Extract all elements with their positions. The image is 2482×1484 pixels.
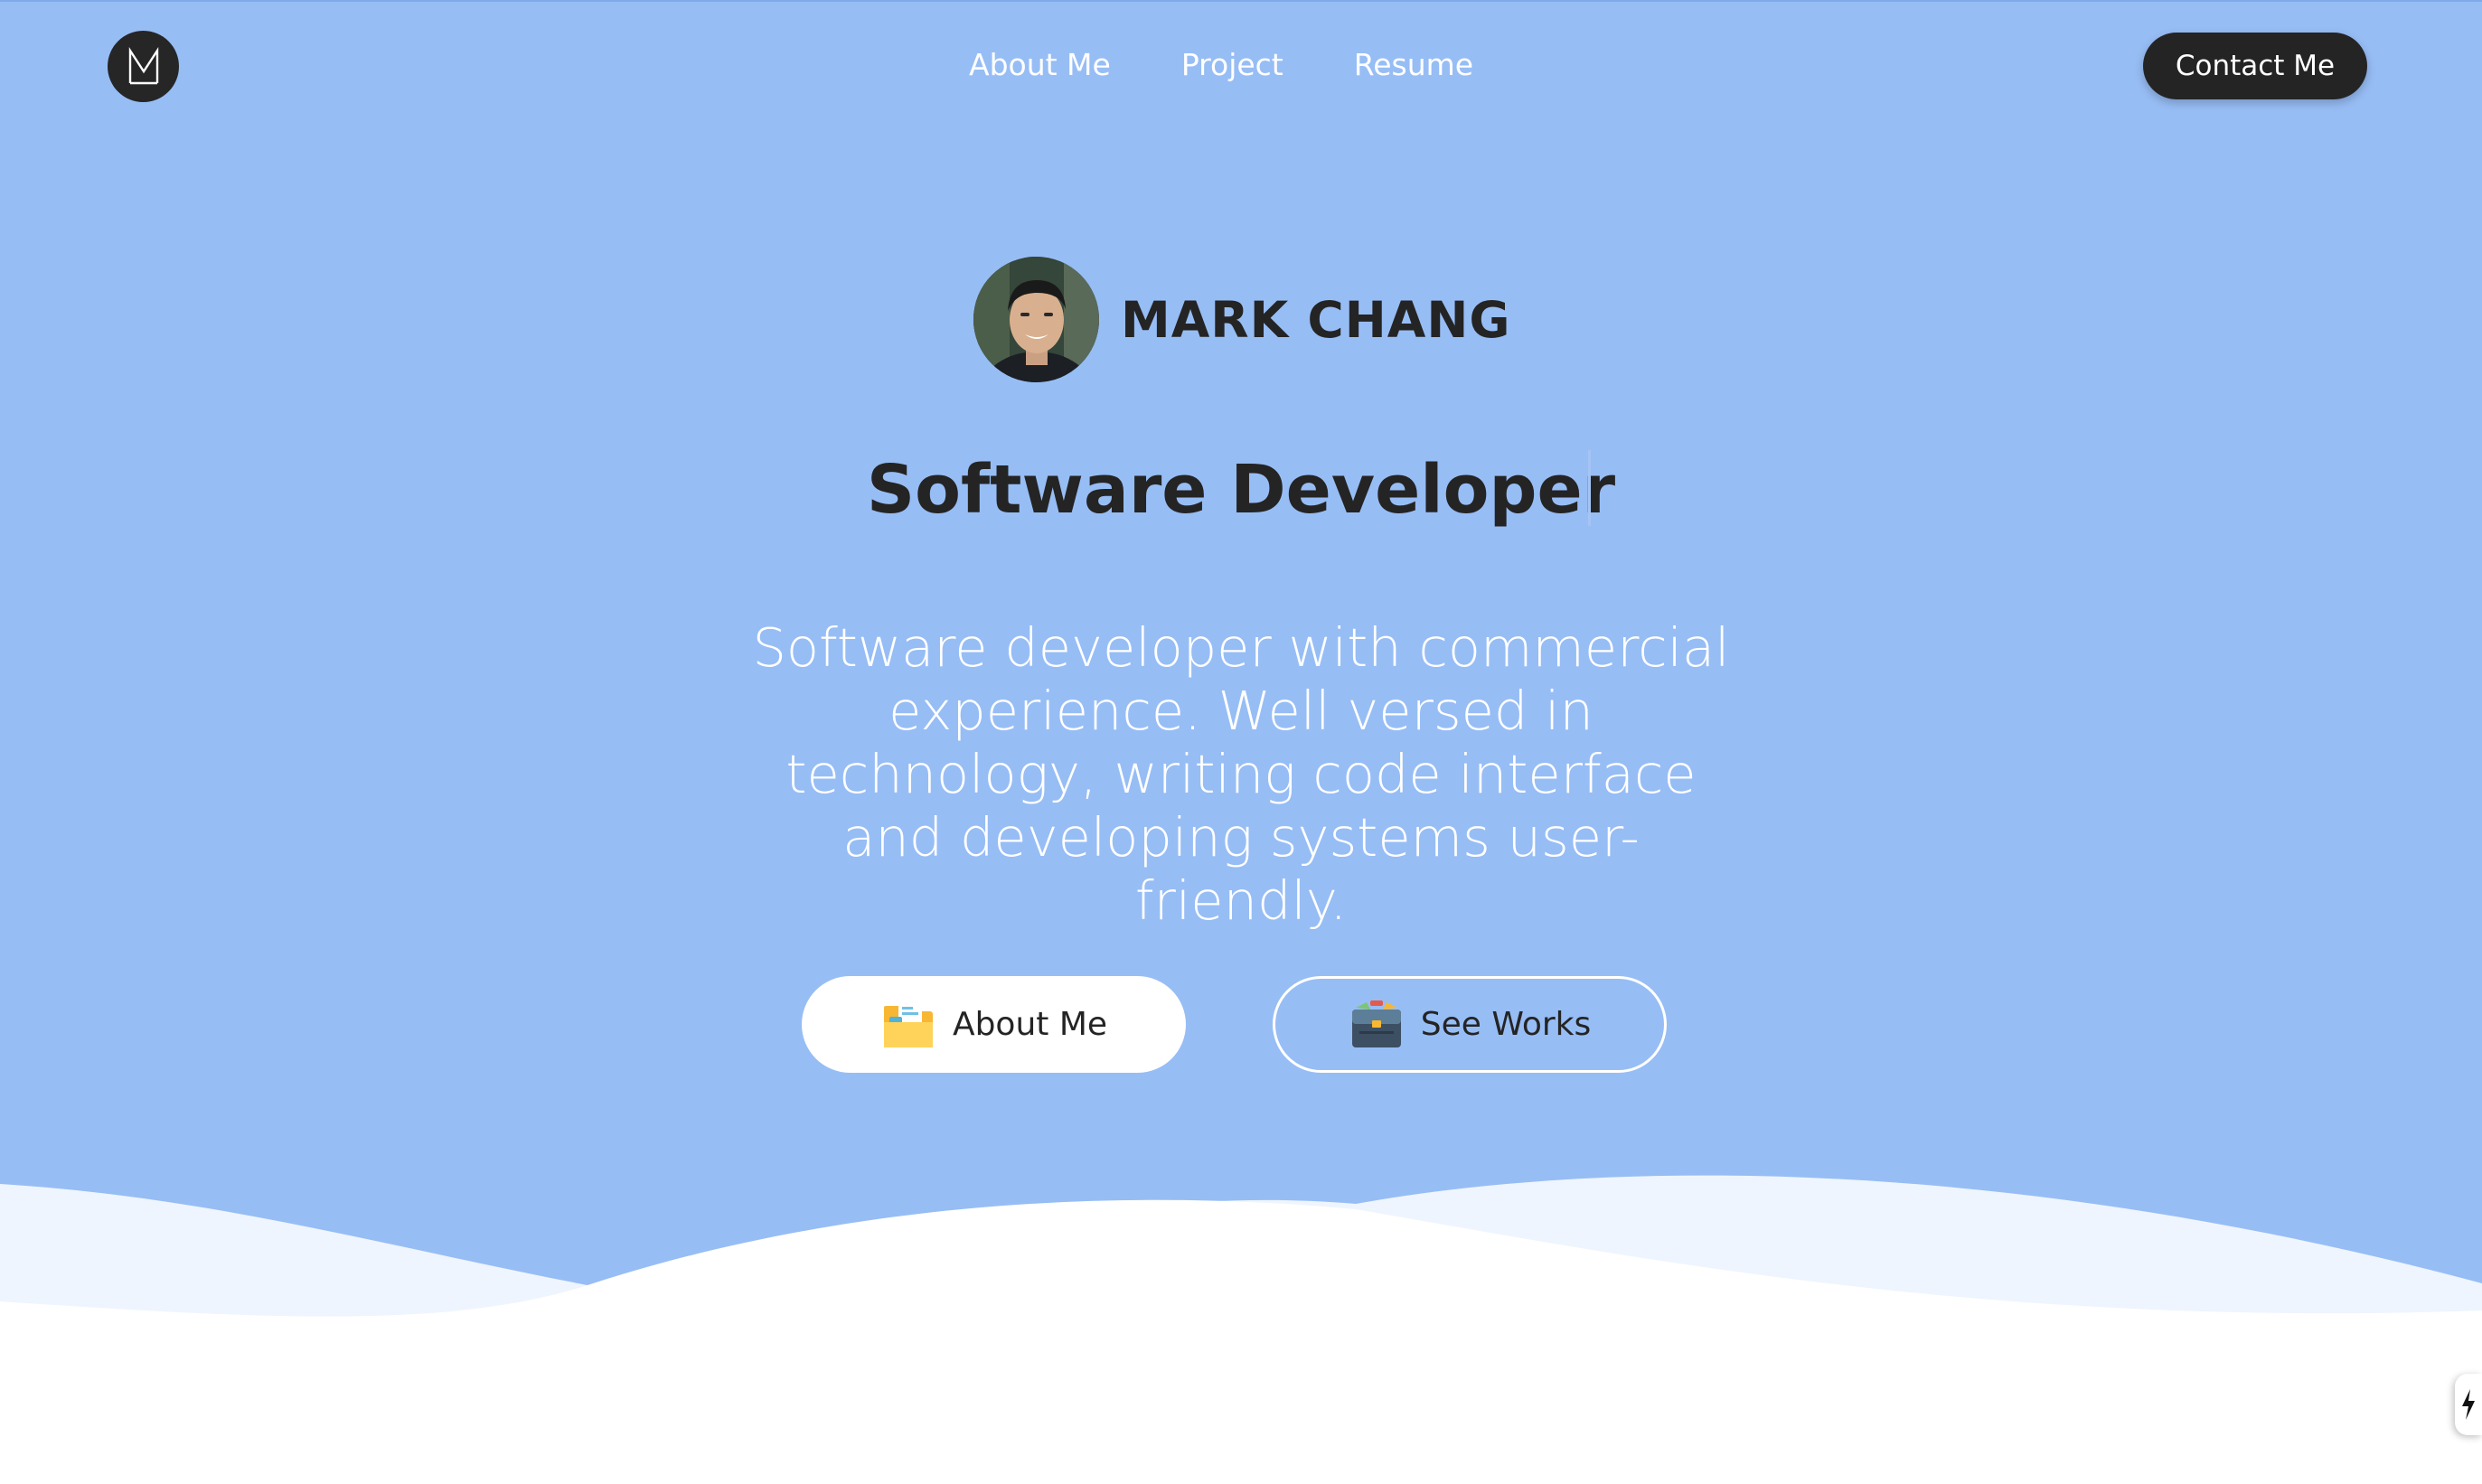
top-border bbox=[0, 0, 2482, 2]
about-me-button[interactable]: About Me bbox=[802, 976, 1186, 1073]
hero-section: About Me Project Resume Contact Me MARK … bbox=[0, 0, 2482, 1484]
wave-divider bbox=[0, 1175, 2482, 1484]
main-nav: About Me Project Resume bbox=[969, 43, 1473, 87]
logo[interactable] bbox=[108, 31, 179, 102]
profile-title: Software Developer bbox=[866, 451, 1616, 529]
briefcase-icon bbox=[1351, 1000, 1401, 1047]
contact-button[interactable]: Contact Me bbox=[2143, 33, 2367, 99]
typing-caret bbox=[1588, 450, 1591, 526]
corner-widget[interactable] bbox=[2455, 1374, 2482, 1435]
folder-icon bbox=[883, 1001, 933, 1047]
see-works-button[interactable]: See Works bbox=[1273, 976, 1667, 1073]
avatar bbox=[973, 257, 1099, 382]
m-monogram-logo-icon bbox=[128, 46, 158, 84]
nav-link-about[interactable]: About Me bbox=[969, 43, 1111, 87]
see-works-button-label: See Works bbox=[1420, 1006, 1592, 1043]
nav-link-project[interactable]: Project bbox=[1181, 43, 1283, 87]
lightning-icon bbox=[2462, 1389, 2475, 1420]
about-me-button-label: About Me bbox=[952, 1006, 1108, 1043]
avatar-photo bbox=[973, 257, 1099, 382]
profile-name: MARK CHANG bbox=[1121, 291, 1511, 349]
nav-link-resume[interactable]: Resume bbox=[1354, 43, 1473, 87]
profile-description: Software developer with commercial exper… bbox=[752, 616, 1730, 932]
